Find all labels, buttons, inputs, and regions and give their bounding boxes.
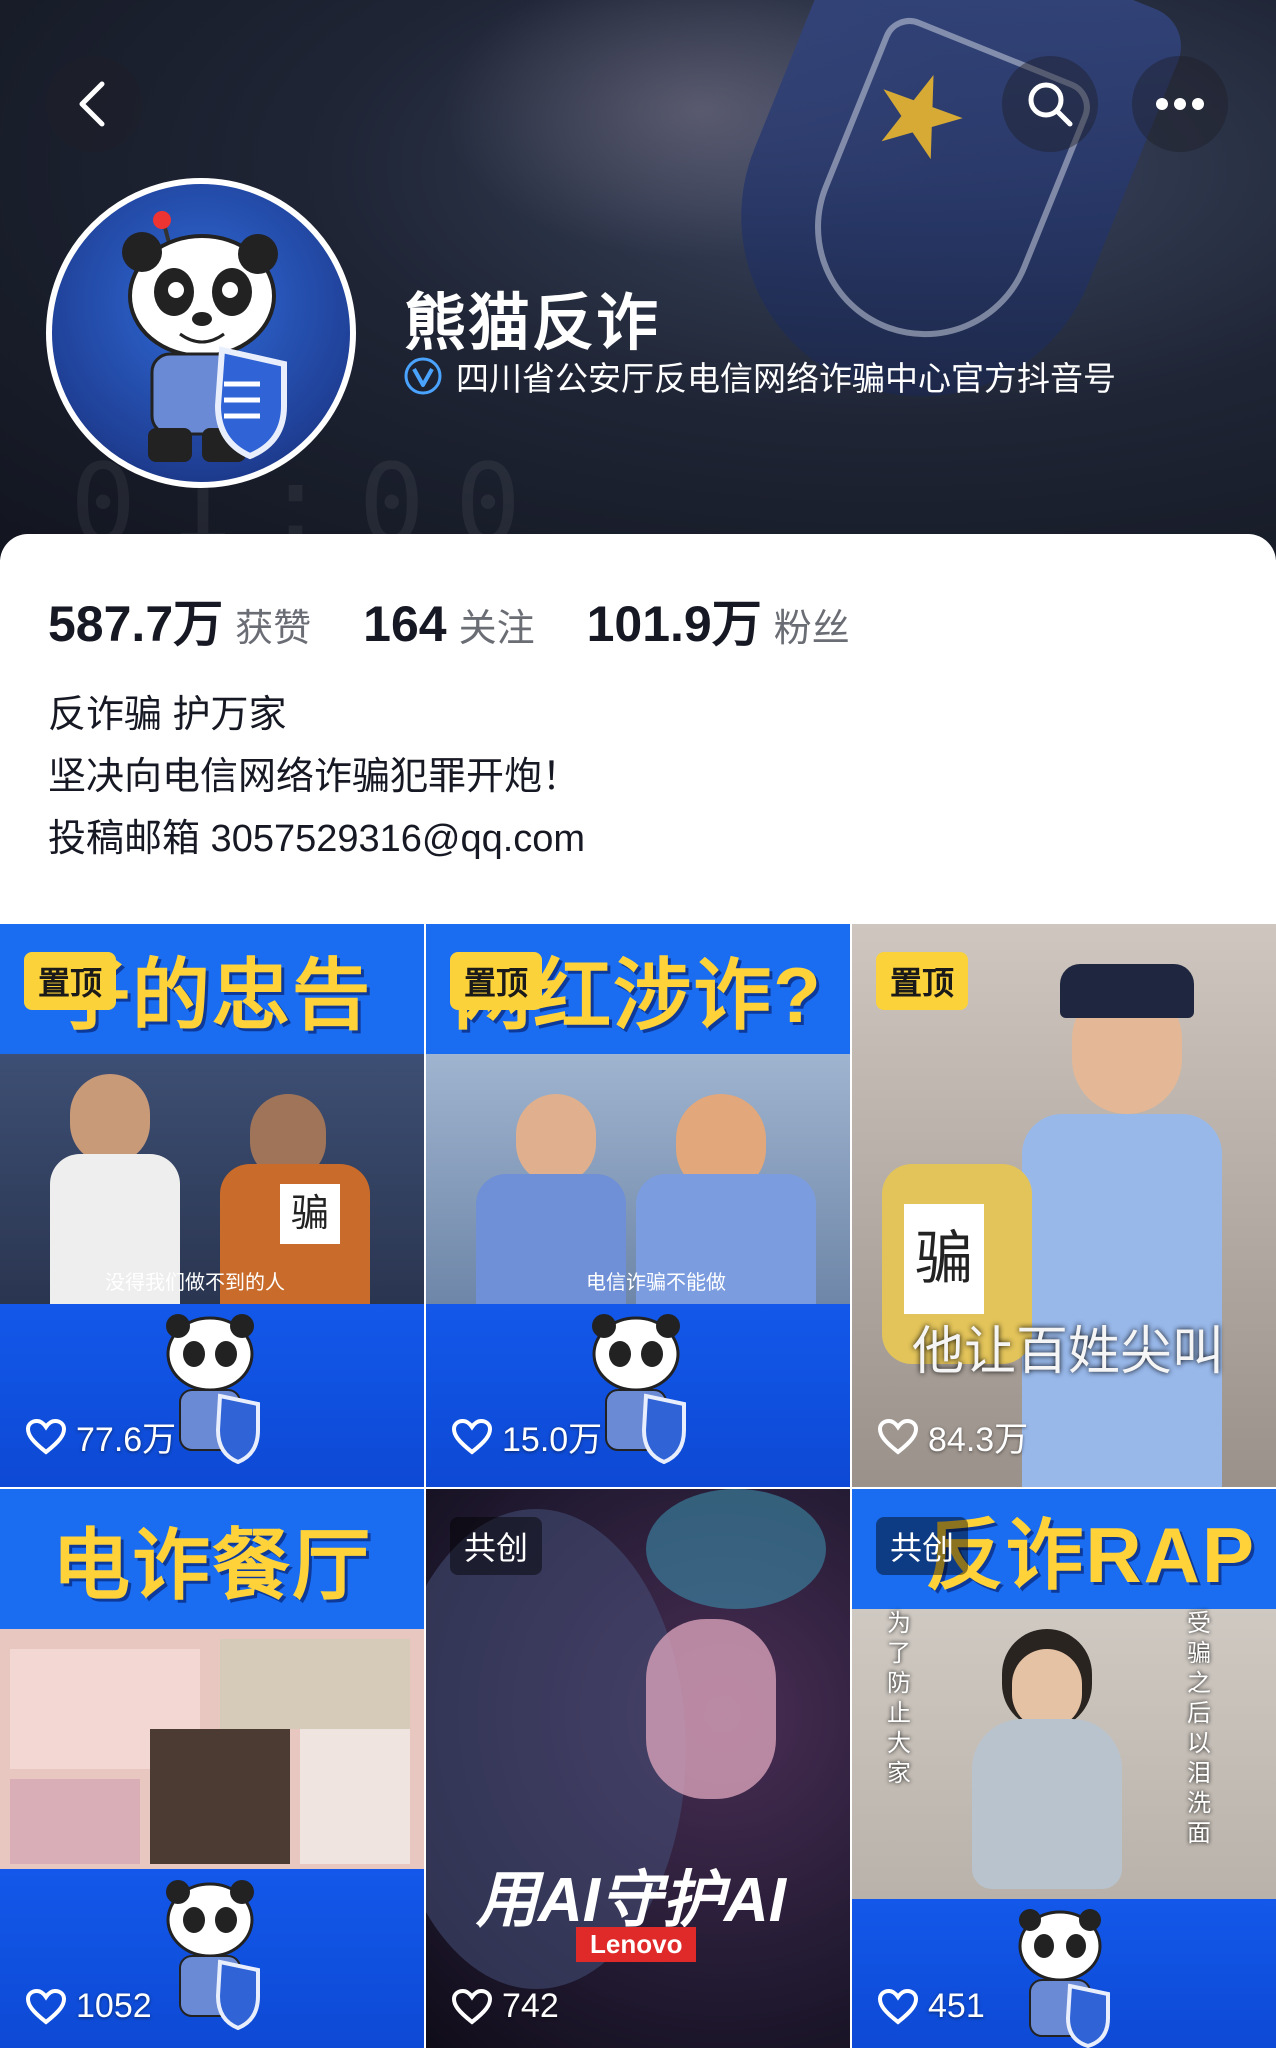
likes-label: 获赞 xyxy=(235,608,312,650)
video-thumbnail: 为了防止大家 受骗之后以泪洗面 xyxy=(852,1609,1276,1899)
panda-mascot-icon xyxy=(1018,1909,1110,2048)
video-thumbnail: 电信诈骗不能做 xyxy=(426,1054,850,1304)
followers-label[interactable]: 粉丝 xyxy=(774,597,850,652)
video-title-text: 电诈餐厅 xyxy=(0,1489,424,1629)
pinned-tag: 置顶 xyxy=(24,952,117,1010)
bio-line: 坚决向电信网络诈骗犯罪开炮！ xyxy=(48,756,581,798)
co-create-tag: 共创 xyxy=(450,1517,543,1575)
like-count: 84.3万 xyxy=(878,1412,1028,1461)
like-count: 1052 xyxy=(26,1987,152,2026)
followers-count[interactable]: 101.9万 xyxy=(587,584,762,656)
video-caption: 电信诈骗不能做 xyxy=(586,1272,726,1294)
following-label[interactable]: 关注 xyxy=(459,597,535,652)
panda-mascot-icon xyxy=(166,1314,260,1465)
avatar[interactable] xyxy=(46,178,356,488)
search-button[interactable] xyxy=(1002,56,1098,152)
heart-icon xyxy=(26,1418,66,1455)
panda-mascot-icon xyxy=(592,1314,686,1465)
video-thumbnail: 骗 没得我们做不到的人 xyxy=(0,1054,424,1304)
video-caption: 没得我们做不到的人 xyxy=(105,1272,285,1294)
verification-text: 四川省公安厅反电信网络诈骗中心官方抖音号 xyxy=(456,360,1116,397)
bio-email: 投稿邮箱 3057529316@qq.com xyxy=(48,818,586,860)
video-overlay-text: 用AI守护AI xyxy=(476,1866,787,1935)
video-overlay-text: 他让百姓尖叫 xyxy=(912,1323,1225,1381)
panda-mascot-image xyxy=(122,211,287,462)
heart-icon xyxy=(452,1988,492,2025)
back-icon xyxy=(79,81,105,127)
heart-icon xyxy=(878,1988,918,2025)
heart-icon xyxy=(452,1418,492,1455)
following-count[interactable]: 164 xyxy=(363,595,446,653)
more-button[interactable] xyxy=(1132,56,1228,152)
pinned-tag: 置顶 xyxy=(876,952,969,1010)
bio-line: 反诈骗 护万家 xyxy=(48,694,287,736)
like-count: 451 xyxy=(878,1987,985,2026)
vertical-caption: 受骗之后以泪洗面 xyxy=(1187,1610,1211,1847)
heart-icon xyxy=(26,1988,66,2025)
video-tile[interactable]: 用AI守护AI Lenovo 共创 742 xyxy=(426,1489,850,2048)
pinned-tag: 置顶 xyxy=(450,952,543,1010)
heart-icon xyxy=(878,1418,918,1455)
likes-count: 587.7万 xyxy=(48,596,224,652)
like-count: 742 xyxy=(452,1987,559,2026)
stats-row: 587.7万 获赞 164 关注 101.9万 粉丝 xyxy=(48,584,902,656)
vertical-caption: 为了防止大家 xyxy=(887,1610,911,1787)
video-tile[interactable]: 骗 他让百姓尖叫 置顶 84.3万 xyxy=(852,924,1276,1487)
verification-row: 四川省公安厅反电信网络诈骗中心官方抖音号 xyxy=(404,352,1116,400)
profile-info-card: 587.7万 获赞 164 关注 101.9万 粉丝 反诈骗 护万家 坚决向电信… xyxy=(0,534,1276,924)
panda-mascot-icon xyxy=(166,1880,260,2031)
verified-icon xyxy=(404,357,442,395)
profile-page: ★ 01:00 熊猫反诈 四川省公安厅反电信网络诈骗中心官方抖音号 587.7万… xyxy=(0,0,1276,2048)
co-create-tag: 共创 xyxy=(876,1517,969,1575)
more-icon xyxy=(1156,98,1204,110)
sign-paper: 骗 xyxy=(904,1204,984,1314)
profile-name: 熊猫反诈 xyxy=(404,289,661,358)
video-grid: 子的忠告 骗 没得我们做不到的人 置顶 77.6万 网红涉诈? 电信诈骗不能做 … xyxy=(0,924,1276,2048)
search-icon xyxy=(1028,82,1073,127)
bio: 反诈骗 护万家 坚决向电信网络诈骗犯罪开炮！ 投稿邮箱 3057529316@q… xyxy=(48,684,585,870)
brand-logo: Lenovo xyxy=(576,1927,697,1962)
back-button[interactable] xyxy=(46,56,142,152)
video-thumbnail xyxy=(0,1629,424,1869)
